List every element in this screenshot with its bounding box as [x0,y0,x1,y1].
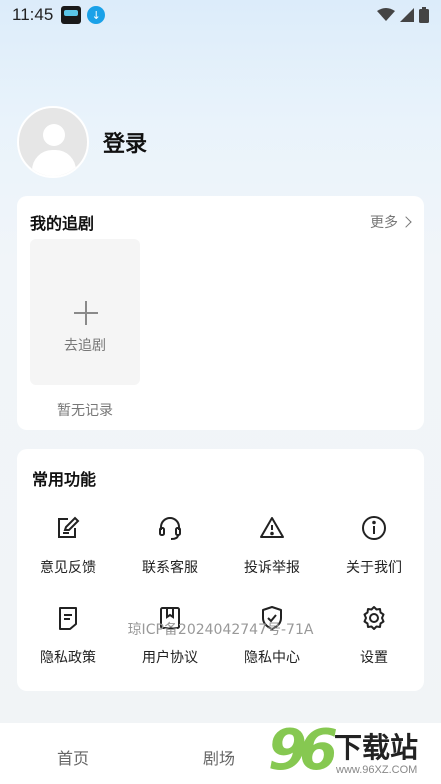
status-bar: 11:45 ↓ [0,0,441,30]
settings-label: 设置 [360,650,388,666]
contact-service-button[interactable]: 联系客服 [119,515,221,577]
chevron-right-icon [400,216,412,228]
contact-service-label: 联系客服 [142,560,198,576]
tab-home[interactable]: 首页 [57,745,89,769]
watermark-digits: 96 [268,718,338,783]
more-label: 更多 [370,215,398,231]
add-drama-label: 去追剧 [64,338,106,354]
download-icon: ↓ [87,6,106,24]
profile-header[interactable]: 登录 [17,106,147,178]
watermark-logo: 96 下载站 www.96XZ.COM [268,718,441,784]
status-time: 11:45 [12,5,54,24]
common-functions-card: 常用功能 意见反馈 联系客服 投诉举报 关于我们 隐私政策 用户协议 隐私中心 [17,449,424,691]
warning-icon [260,517,284,538]
avatar[interactable] [17,106,89,178]
watermark-brand: 下载站 [334,731,419,764]
plus-icon [74,301,98,325]
feedback-label: 意见反馈 [40,560,96,576]
functions-title: 常用功能 [32,470,97,489]
app-notification-icon [61,6,82,24]
report-button[interactable]: 投诉举报 [221,515,323,577]
headset-icon [159,517,181,540]
my-drama-card: 我的追剧 更多 去追剧 暂无记录 [17,196,424,430]
more-link[interactable]: 更多 [370,212,412,232]
feedback-button[interactable]: 意见反馈 [17,515,119,577]
privacy-center-label: 隐私中心 [244,650,300,666]
empty-record-text: 暂无记录 [57,403,113,419]
user-agreement-label: 用户协议 [142,650,198,666]
report-label: 投诉举报 [244,560,300,576]
add-drama-button[interactable]: 去追剧 [30,239,140,385]
wifi-icon [377,8,395,21]
signal-icon [400,8,414,22]
login-button[interactable]: 登录 [103,126,147,158]
tab-theater[interactable]: 剧场 [203,745,235,769]
about-us-label: 关于我们 [346,560,402,576]
about-us-button[interactable]: 关于我们 [323,515,425,577]
feedback-icon [58,516,80,538]
my-drama-title: 我的追剧 [30,214,95,233]
watermark-url: www.96XZ.COM [336,764,418,776]
battery-icon [419,7,429,23]
icp-license-text: 琼ICP备2024042747号-71A [127,622,314,638]
info-icon [362,516,386,540]
privacy-policy-label: 隐私政策 [40,650,96,666]
